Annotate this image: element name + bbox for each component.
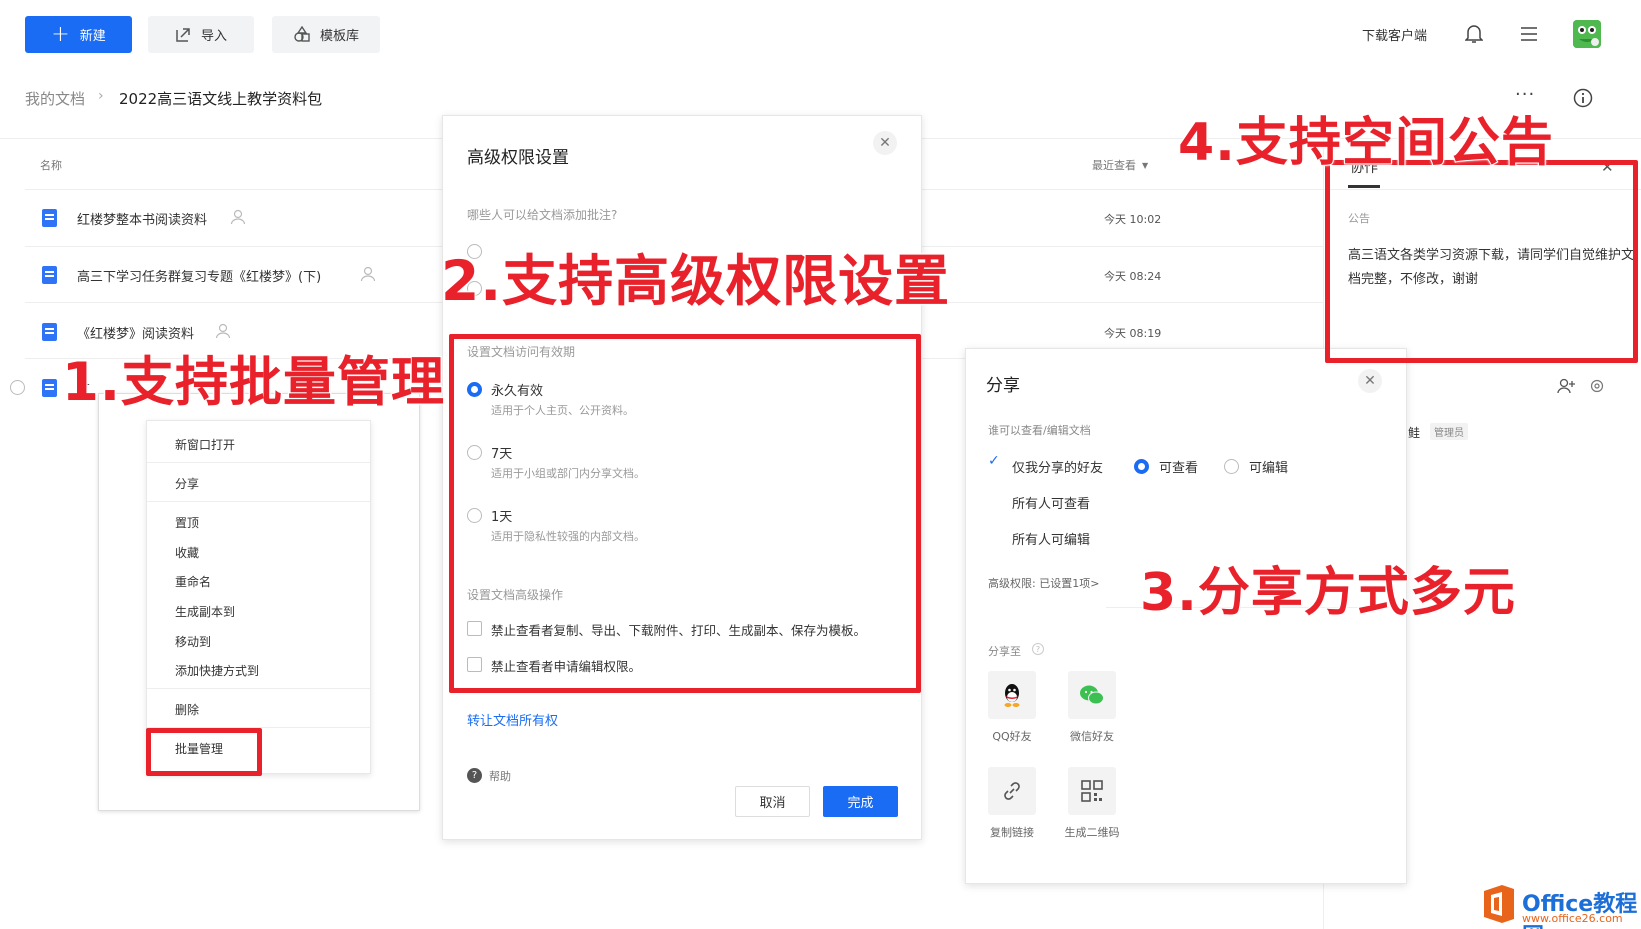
cancel-button[interactable]: 取消	[735, 786, 810, 817]
annotation-batch-manage: 1.支持批量管理	[61, 351, 446, 414]
menu-item-move-to[interactable]: 移动到	[175, 633, 211, 650]
menu-icon[interactable]	[1520, 26, 1538, 42]
avatar[interactable]	[1573, 20, 1601, 48]
share-qq-button[interactable]	[988, 671, 1036, 719]
bell-icon[interactable]	[1465, 24, 1483, 44]
file-name: 高三下学习任务群复习专题《红楼梦》(下)	[77, 270, 322, 285]
frog-avatar-icon	[1573, 20, 1601, 48]
template-button[interactable]: 模板库	[272, 16, 380, 53]
share-qq-label: QQ好友	[992, 730, 1032, 743]
row-select-checkbox[interactable]	[10, 380, 25, 395]
comment-question: 哪些人可以给文档添加批注?	[467, 208, 618, 222]
file-time: 今天 08:24	[1104, 270, 1162, 283]
member-name: 鲑	[1408, 426, 1421, 440]
perm-view-radio[interactable]	[1134, 459, 1149, 474]
doc-file-icon	[42, 379, 57, 397]
share-wechat-label: 微信好友	[1070, 730, 1114, 743]
option-friends[interactable]: 仅我分享的好友	[1012, 457, 1103, 476]
breadcrumb-current: 2022高三语文线上教学资料包	[119, 90, 323, 108]
download-client-link[interactable]: 下载客户端	[1362, 25, 1427, 44]
doc-file-icon	[42, 323, 57, 341]
menu-divider	[147, 501, 370, 502]
import-button[interactable]: 导入	[148, 16, 254, 53]
highlight-advanced-permissions	[449, 334, 921, 693]
menu-item-open-new-window[interactable]: 新窗口打开	[175, 436, 235, 453]
help-label[interactable]: 帮助	[489, 768, 511, 784]
import-button-label: 导入	[200, 29, 227, 44]
info-icon[interactable]	[1573, 88, 1593, 108]
caret-down-icon: ▼	[1142, 160, 1149, 170]
import-icon	[176, 28, 190, 42]
perm-edit-radio[interactable]	[1224, 459, 1239, 474]
menu-item-duplicate-to[interactable]: 生成副本到	[175, 603, 235, 620]
perm-edit-label: 可编辑	[1249, 461, 1289, 476]
who-can-access-label: 谁可以查看/编辑文档	[988, 424, 1091, 437]
context-menu: 新窗口打开 分享 置顶 收藏 重命名 生成副本到 移动到 添加快捷方式到 删除 …	[146, 420, 371, 774]
option-all-view[interactable]: 所有人可查看	[1012, 493, 1090, 512]
column-header-name[interactable]: 名称	[40, 157, 62, 173]
menu-divider	[147, 688, 370, 689]
check-icon: ✓	[988, 453, 1000, 469]
highlight-notice	[1325, 160, 1638, 363]
file-name: 红楼梦整本书阅读资料	[77, 213, 208, 228]
doc-file-icon	[42, 209, 57, 227]
template-button-label: 模板库	[319, 29, 359, 44]
file-time: 今天 08:19	[1104, 327, 1162, 340]
shared-person-icon	[215, 323, 231, 339]
menu-item-rename[interactable]: 重命名	[175, 573, 211, 590]
annotation-share-methods: 3.分享方式多元	[1139, 562, 1516, 624]
advanced-permission-link[interactable]: 高级权限: 已设置1项>	[988, 575, 1099, 591]
breadcrumb-chevron-icon: ›	[98, 88, 104, 104]
dialog-title: 高级权限设置	[467, 148, 569, 168]
qrcode-button[interactable]	[1068, 767, 1116, 815]
annotation-notice: 4.支持空间公告	[1177, 112, 1554, 174]
qq-icon	[1004, 684, 1020, 707]
link-icon	[1004, 782, 1020, 800]
new-button-label: 新建	[79, 29, 106, 44]
help-icon[interactable]: ?	[467, 768, 482, 783]
transfer-ownership-link[interactable]: 转让文档所有权	[467, 710, 558, 729]
close-icon[interactable]: ✕	[1358, 369, 1382, 393]
menu-item-pin[interactable]: 置顶	[175, 514, 199, 531]
shared-person-icon	[230, 209, 246, 225]
add-member-icon[interactable]	[1557, 378, 1575, 394]
office-logo-icon	[1484, 885, 1514, 923]
perm-view-label: 可查看	[1159, 461, 1199, 476]
copy-link-button[interactable]	[988, 767, 1036, 815]
shared-person-icon	[360, 266, 376, 282]
option-all-edit[interactable]: 所有人可编辑	[1012, 529, 1090, 548]
menu-item-delete[interactable]: 删除	[175, 701, 199, 718]
column-header-recent-label: 最近查看	[1092, 159, 1136, 172]
share-wechat-button[interactable]	[1068, 671, 1116, 719]
menu-item-share[interactable]: 分享	[175, 475, 199, 492]
annotation-advanced-permissions: 2.支持高级权限设置	[440, 248, 951, 314]
menu-item-add-shortcut[interactable]: 添加快捷方式到	[175, 662, 259, 679]
qrcode-label: 生成二维码	[1064, 826, 1120, 839]
template-icon	[294, 26, 310, 42]
copy-link-label: 复制链接	[990, 826, 1034, 839]
file-time: 今天 10:02	[1104, 213, 1162, 226]
role-badge: 管理员	[1430, 423, 1468, 440]
share-dialog-title: 分享	[986, 376, 1020, 396]
watermark-url: www.office26.com	[1522, 912, 1623, 925]
breadcrumb-root[interactable]: 我的文档	[25, 88, 85, 109]
settings-icon[interactable]	[1590, 379, 1604, 393]
help-icon[interactable]: ?	[1032, 643, 1044, 655]
done-button[interactable]: 完成	[823, 786, 898, 817]
wechat-icon	[1080, 685, 1104, 705]
menu-item-favorite[interactable]: 收藏	[175, 544, 199, 561]
qrcode-icon	[1081, 780, 1103, 802]
plus-icon: +	[51, 21, 70, 47]
share-to-label: 分享至	[988, 645, 1021, 658]
new-button[interactable]: + 新建	[25, 16, 132, 53]
column-header-recent[interactable]: 最近查看 ▼	[1092, 157, 1148, 173]
close-icon[interactable]: ✕	[873, 131, 897, 155]
menu-divider	[147, 462, 370, 463]
highlight-batch-manage	[146, 728, 262, 776]
doc-file-icon	[42, 266, 57, 284]
